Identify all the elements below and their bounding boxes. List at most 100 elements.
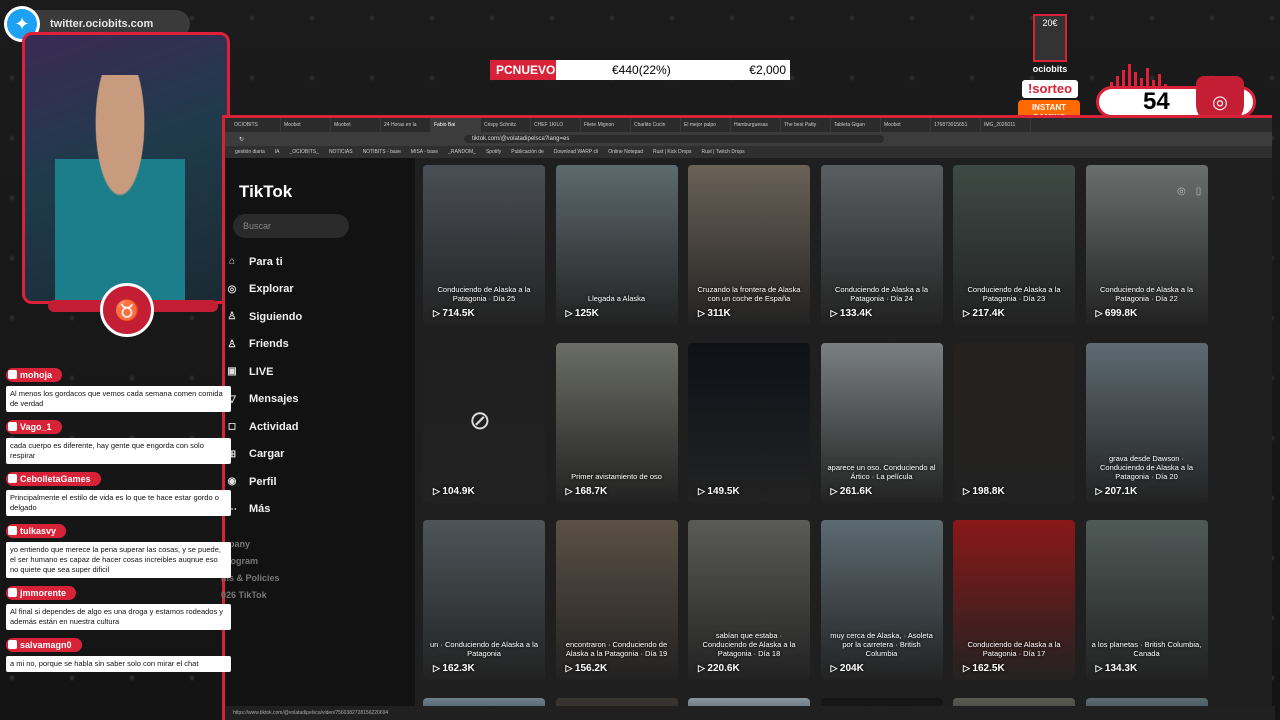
video-views: 220.6K <box>698 663 739 674</box>
url-input[interactable]: tiktok.com/@volatadipelsca?lang=es <box>464 135 885 143</box>
video-tile[interactable]: un · Conduciendo de Alaska a la Patagoni… <box>423 520 545 680</box>
chat-text: Al final si dependes de algo es una drog… <box>6 604 231 630</box>
video-caption: Conduciendo de Alaska a la Patagonia · D… <box>437 285 531 303</box>
browser-tab[interactable]: El mejor pulpo <box>681 118 731 132</box>
video-views: 217.4K <box>963 308 1004 319</box>
video-views: 133.4K <box>831 308 872 319</box>
video-tile[interactable]: Llegada a Alaska 125K <box>555 165 678 325</box>
badge-icon <box>8 588 17 597</box>
video-caption: aparece un oso. Conduciendo al Ártico · … <box>827 462 936 481</box>
nav-label: Más <box>249 503 271 516</box>
compass-icon[interactable]: ◎ <box>1177 186 1186 197</box>
video-tile[interactable]: encontraron · Conduciendo de Alaska a la… <box>555 520 678 680</box>
video-tile[interactable]: Conduciendo de Alaska a la Patagonia · D… <box>953 165 1075 325</box>
browser-tab[interactable]: OCIOBITS <box>231 118 281 132</box>
video-caption: Conduciendo de Alaska a la Patagonia · D… <box>1100 285 1193 303</box>
video-views: 207.1K <box>1096 486 1137 497</box>
phone-icon[interactable]: ▯ <box>1196 186 1202 197</box>
video-tile[interactable]: muy cerca de Alaska, · Asoleta por la ca… <box>820 520 943 680</box>
chat-text: a mi no, porque se habla sin saber solo … <box>6 656 231 672</box>
video-tile[interactable]: ⊘ 104.9K <box>423 342 545 503</box>
bookmark-item[interactable]: Rust | Twitch Drops <box>702 149 745 155</box>
donation-ticker: PCNUEVO €440(22%) €2,000 <box>490 60 790 80</box>
video-tile[interactable]: Conduciendo de Alaska a la Patagonia · D… <box>820 165 943 325</box>
browser-tab[interactable]: Moobot <box>281 118 331 132</box>
search-input[interactable]: Buscar <box>233 214 349 238</box>
tiktok-logo[interactable]: TikTok <box>239 182 292 202</box>
bookmark-item[interactable]: Online Notepad <box>608 149 643 155</box>
video-views: 699.8K <box>1096 308 1137 319</box>
status-url: https://www.tiktok.com/@volatadipelsca/v… <box>225 706 1275 720</box>
video-tile[interactable]: Conduciendo de Alaska a la Patagonia · D… <box>953 520 1075 680</box>
browser-tab[interactable]: Tableta Gigan <box>831 118 881 132</box>
reload-icon[interactable]: ↻ <box>239 136 244 143</box>
video-tile[interactable]: a los planetas · British Columbia, Canad… <box>1085 520 1208 680</box>
bull-logo-icon: ♉ <box>100 283 154 337</box>
video-caption: Conduciendo de Alaska a la Patagonia · D… <box>835 285 928 303</box>
browser-tab[interactable]: Hamburguesas <box>731 118 781 132</box>
nav-item-para-ti[interactable]: ⌂ Para ti <box>225 248 302 276</box>
video-tile[interactable]: Cruzando la frontera de Alaska con un co… <box>688 165 810 325</box>
browser-tab[interactable]: Moobot <box>331 118 381 132</box>
badge-icon <box>8 474 17 483</box>
video-views: 162.3K <box>433 663 474 674</box>
browser-tab[interactable]: IMG_2026011 <box>981 118 1031 132</box>
video-tile[interactable]: aparece un oso. Conduciendo al Ártico · … <box>820 342 943 503</box>
chat-text: Principalmente el estilo de vida es lo q… <box>6 490 231 516</box>
bookmark-item[interactable]: NOTICIAS <box>329 149 353 155</box>
video-tile[interactable]: 149.5K <box>688 342 810 503</box>
bookmark-item[interactable]: MISA - base <box>411 149 438 155</box>
nav-label: LIVE <box>249 365 274 378</box>
bookmark-item[interactable]: _OCIOBITS_ <box>289 149 318 155</box>
sorteo-command: !sorteo <box>1022 80 1078 98</box>
nav-item-siguiendo[interactable]: ♙ Siguiendo <box>225 303 303 331</box>
video-caption: Llegada a Alaska <box>587 294 646 303</box>
bookmark-item[interactable]: _RANDOM_ <box>448 149 476 155</box>
video-views: 104.9K <box>433 486 474 497</box>
streamer-webcam <box>55 75 185 301</box>
compass-icon: ◎ <box>227 283 237 295</box>
address-bar: ↻ tiktok.com/@volatadipelsca?lang=es <box>225 132 1272 146</box>
video-views: 156.2K <box>566 663 607 674</box>
video-caption: Conduciendo de Alaska a la Patagonia · D… <box>967 285 1061 303</box>
browser-tab[interactable]: 176873015651 <box>931 118 981 132</box>
browser-tab[interactable]: Crispy Schnitz <box>481 118 531 132</box>
video-tile[interactable]: 198.8K <box>953 342 1075 503</box>
video-views: 162.5K <box>963 663 1004 674</box>
bookmark-item[interactable]: gestión diaria <box>235 149 265 155</box>
username-text: jmmorente <box>20 587 67 598</box>
chat-username: salvamagn0 <box>6 637 82 652</box>
browser-tab[interactable]: Charlito Cocin <box>631 118 681 132</box>
video-tile[interactable]: Conduciendo de Alaska a la Patagonia · D… <box>423 165 545 325</box>
chat-message: tulkasvy yo entiendo que merece la pena s… <box>6 522 240 578</box>
username-text: Vago_1 <box>20 421 52 432</box>
video-views: 714.5K <box>433 308 474 319</box>
browser-tab[interactable]: Fabio Bai <box>431 118 481 132</box>
bookmark-item[interactable]: Publicación de <box>511 149 544 155</box>
badge-icon <box>8 640 17 649</box>
bookmark-item[interactable]: Spotify <box>486 149 501 155</box>
bookmark-item[interactable]: Rust | Kick Drops <box>653 149 692 155</box>
browser-tab[interactable]: Moobot <box>881 118 931 132</box>
nav-item-friends[interactable]: ♙ Friends <box>225 331 302 359</box>
video-tile[interactable]: grava desde Dawson · Conduciendo de Alas… <box>1085 342 1208 503</box>
nav-label: Mensajes <box>249 393 299 406</box>
video-caption: encontraron · Conduciendo de Alaska a la… <box>565 640 668 658</box>
video-tile[interactable]: sabían que estaba · Conduciendo de Alask… <box>688 520 810 680</box>
browser-tab[interactable]: CHEF 1KILO <box>531 118 581 132</box>
nav-item-explorar[interactable]: ◎ Explorar <box>225 276 302 304</box>
browser-tab[interactable]: 24 Horas en la <box>381 118 431 132</box>
ticker-goal: €2,000 <box>749 63 786 77</box>
browser-tab[interactable]: The best Patty <box>781 118 831 132</box>
video-tile[interactable]: Primer avistamiento de oso 168.7K <box>555 342 678 503</box>
username-text: salvamagn0 <box>20 639 72 650</box>
nav-label: Siguiendo <box>249 310 303 323</box>
tiktok-sidebar: TikTok Buscar ⌂ Para ti ◎ Explorar ♙ Siguiend… <box>221 158 415 718</box>
bookmark-item[interactable]: Download WARP cli <box>554 149 598 155</box>
bookmark-item[interactable]: IA <box>275 149 280 155</box>
chat-message: mohoja Al menos los gordacos que vemos ca… <box>6 366 240 412</box>
chat-username: mohoja <box>6 367 63 382</box>
bookmark-item[interactable]: NOTIBITS - base <box>363 149 401 155</box>
browser-tab[interactable]: Filete Mignon <box>581 118 631 132</box>
chat-text: cada cuerpo es diferente, hay gente que … <box>6 438 231 464</box>
